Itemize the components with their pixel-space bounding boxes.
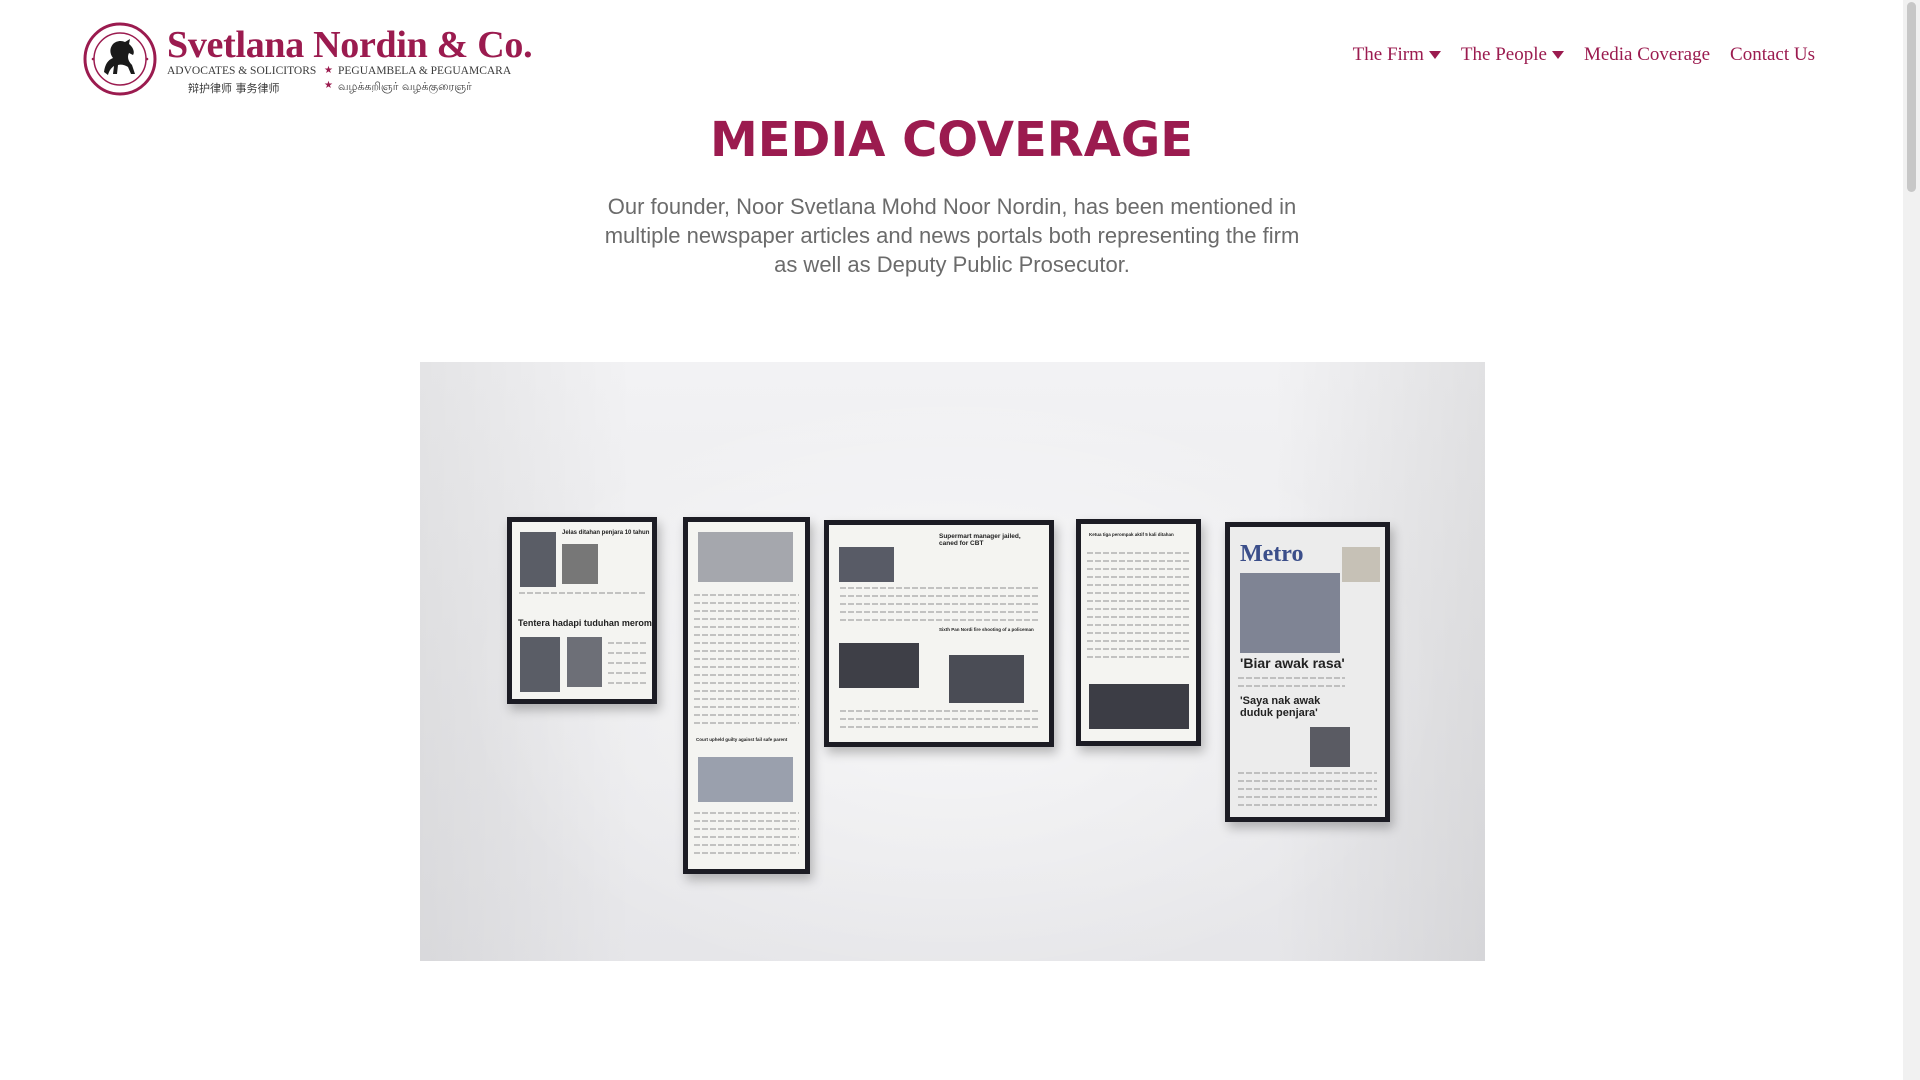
tagline-malay: PEGUAMBELA & PEGUAMCARA: [338, 65, 512, 77]
site-logo[interactable]: Svetlana Nordin & Co. ADVOCATES & SOLICI…: [83, 22, 533, 96]
nav-item-label: Media Coverage: [1583, 44, 1711, 65]
clipping-headline: 'Saya nak awak duduk penjara': [1240, 695, 1321, 719]
page: Svetlana Nordin & Co. ADVOCATES & SOLICI…: [0, 0, 1903, 1080]
tagline-chinese: 辩护律师 事务律师: [188, 82, 280, 95]
clipping-headline: Supermart manager jailed, caned for CBT: [939, 533, 1021, 547]
page-title: MEDIA COVERAGE: [709, 112, 1194, 168]
clipping-headline: Jelas ditahan penjara 10 tahun: [562, 530, 650, 536]
nav-item-the-firm[interactable]: The Firm: [1353, 44, 1441, 66]
star-icon: ★: [324, 80, 333, 91]
scrollbar-thumb[interactable]: [1907, 2, 1916, 192]
page-scrollbar[interactable]: [1903, 0, 1920, 1080]
star-icon: ★: [324, 65, 333, 76]
tagline-english: ADVOCATES & SOLICITORS: [167, 65, 317, 77]
media-coverage-photo: Jelas ditahan penjara 10 tahun Tentera h…: [420, 362, 1485, 961]
clipping-headline: Metro: [1240, 541, 1304, 567]
nav-item-label: The People: [1460, 44, 1547, 65]
nav-item-the-people[interactable]: The People: [1461, 44, 1564, 66]
horse-seal-icon: [83, 22, 157, 96]
caret-down-icon: [1551, 51, 1564, 59]
clipping-headline: Ketua tiga perompak aktif 5 kali ditahan: [1089, 532, 1174, 537]
framed-clipping: Jelas ditahan penjara 10 tahun Tentera h…: [507, 517, 657, 704]
tagline-tamil: வழக்கறிஞர் வழக்குரைஞர்: [338, 80, 472, 93]
nav-item-contact-us[interactable]: Contact Us: [1730, 44, 1815, 66]
main-nav: The Firm The People Media Coverage Conta…: [1353, 44, 1815, 66]
framed-clipping: Court upheld guilty against fail safe pa…: [683, 517, 810, 874]
logo-wordmark: Svetlana Nordin & Co. ADVOCATES & SOLICI…: [167, 22, 537, 96]
clipping-headline: Sixth Pan Nordi fire shooting of a polic…: [939, 627, 1034, 632]
framed-clipping: Ketua tiga perompak aktif 5 kali ditahan: [1076, 519, 1201, 746]
framed-clipping: Metro 'Biar awak rasa' 'Saya nak awak du…: [1225, 522, 1390, 822]
clipping-headline: Tentera hadapi tuduhan merompak: [518, 618, 652, 628]
nav-item-label: Contact Us: [1730, 44, 1815, 65]
framed-clipping: Supermart manager jailed, caned for CBT …: [824, 520, 1054, 747]
caret-down-icon: [1428, 51, 1441, 59]
nav-item-label: The Firm: [1352, 44, 1424, 65]
clipping-headline: 'Biar awak rasa': [1240, 655, 1345, 671]
intro-paragraph: Our founder, Noor Svetlana Mohd Noor Nor…: [604, 194, 1300, 277]
clipping-headline: Court upheld guilty against fail safe pa…: [696, 737, 788, 742]
nav-item-media-coverage[interactable]: Media Coverage: [1584, 44, 1710, 66]
brand-name: Svetlana Nordin & Co.: [167, 24, 533, 66]
